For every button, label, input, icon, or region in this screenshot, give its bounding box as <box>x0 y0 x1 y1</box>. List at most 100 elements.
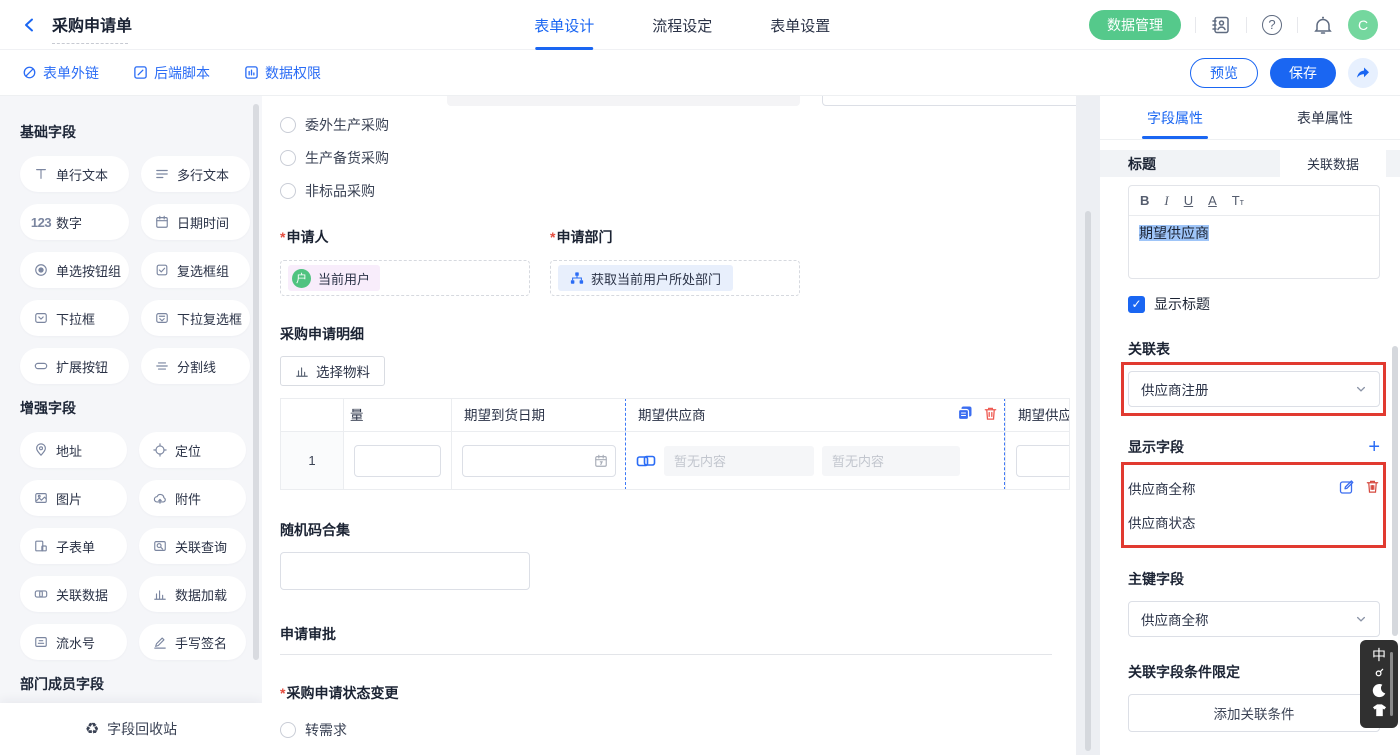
radio-icon[interactable] <box>280 150 296 166</box>
ime-skin-icon[interactable] <box>1372 703 1387 720</box>
notification-bell-icon[interactable] <box>1312 14 1334 36</box>
back-icon[interactable] <box>22 16 40 34</box>
select-material-button[interactable]: 选择物料 <box>280 356 385 386</box>
field-radio-group[interactable]: 单选按钮组 <box>20 252 129 288</box>
field-number[interactable]: 123 数字 <box>20 204 129 240</box>
field-subform[interactable]: 子表单 <box>20 528 127 564</box>
panel-scrollbar[interactable] <box>1392 346 1398 636</box>
applicant-field[interactable]: 户 当前用户 <box>280 260 530 296</box>
display-field-item[interactable]: 供应商全称 <box>1128 471 1380 505</box>
italic-button[interactable]: I <box>1164 193 1168 209</box>
row-number-cell: 1 <box>281 432 343 489</box>
field-label: 定位 <box>175 441 201 460</box>
title-label: 标题 <box>1128 154 1156 174</box>
sidebar-scrollbar[interactable] <box>253 104 259 660</box>
supplier-empty-box[interactable]: 暂无内容 <box>822 446 960 476</box>
tab-flow-setting[interactable]: 流程设定 <box>652 0 712 50</box>
preview-button[interactable]: 预览 <box>1190 58 1258 88</box>
help-icon[interactable]: ? <box>1261 14 1283 36</box>
save-button[interactable]: 保存 <box>1270 58 1336 88</box>
field-serial-number[interactable]: 流水号 <box>20 624 127 660</box>
show-title-row[interactable]: ✓ 显示标题 <box>1128 294 1380 314</box>
radio-option[interactable]: 转需求 <box>280 713 1076 746</box>
field-image[interactable]: 图片 <box>20 480 127 516</box>
tab-form-design[interactable]: 表单设计 <box>534 0 594 50</box>
relation-table-select[interactable]: 供应商注册 <box>1128 371 1380 407</box>
expected-date-input[interactable] <box>462 445 616 477</box>
quantity-input[interactable] <box>354 445 441 477</box>
backend-script-link[interactable]: 后端脚本 <box>133 63 210 83</box>
tab-form-setting[interactable]: 表单设置 <box>770 0 830 50</box>
partial-input-box[interactable] <box>822 96 1076 106</box>
radio-option[interactable]: 需求作废 <box>280 746 1076 755</box>
data-permission-link[interactable]: 数据权限 <box>244 63 321 83</box>
edit-field-icon[interactable] <box>1339 479 1355 498</box>
canvas-scrollbar[interactable] <box>1085 211 1091 751</box>
radio-option[interactable]: 委外生产采购 <box>280 108 1076 141</box>
title-editor-body[interactable]: 期望供应商 <box>1129 216 1379 278</box>
field-geolocation[interactable]: 定位 <box>139 432 246 468</box>
random-code-input[interactable] <box>280 552 530 590</box>
field-relation-data[interactable]: 关联数据 <box>20 576 127 612</box>
current-user-chip[interactable]: 户 当前用户 <box>288 265 380 291</box>
field-signature[interactable]: 手写签名 <box>139 624 246 660</box>
underline-button[interactable]: U <box>1184 193 1193 208</box>
user-icon: 户 <box>292 269 311 288</box>
field-relation-query[interactable]: 关联查询 <box>139 528 246 564</box>
avatar[interactable]: C <box>1348 10 1378 40</box>
display-field-item[interactable]: 供应商状态 <box>1128 505 1380 539</box>
delete-column-icon[interactable] <box>983 406 998 424</box>
field-extend-button[interactable]: 扩展按钮 <box>20 348 129 384</box>
expected-date-column[interactable]: 期望到货日期 <box>451 399 626 489</box>
copy-column-icon[interactable] <box>957 405 973 424</box>
share-icon[interactable] <box>1348 58 1378 88</box>
tab-form-properties[interactable]: 表单属性 <box>1250 96 1400 139</box>
ime-tool-icon[interactable] <box>1375 665 1384 679</box>
add-condition-button[interactable]: 添加关联条件 <box>1128 694 1380 732</box>
department-chip[interactable]: 获取当前用户所处部门 <box>558 265 733 291</box>
field-datetime[interactable]: 日期时间 <box>141 204 250 240</box>
show-title-checkbox-checked[interactable]: ✓ <box>1128 296 1145 313</box>
radio-icon[interactable] <box>280 117 296 133</box>
department-field[interactable]: 获取当前用户所处部门 <box>550 260 800 296</box>
tab-field-properties[interactable]: 字段属性 <box>1100 96 1250 139</box>
field-label: 复选框组 <box>177 261 229 280</box>
field-multi-dropdown[interactable]: 下拉复选框 <box>141 300 250 336</box>
radio-option[interactable]: 非标品采购 <box>280 174 1076 207</box>
supplier-empty-box[interactable]: 暂无内容 <box>664 446 814 476</box>
form-external-link[interactable]: 表单外链 <box>22 63 99 83</box>
field-multi-line-text[interactable]: 多行文本 <box>141 156 250 192</box>
field-single-line-text[interactable]: 单行文本 <box>20 156 129 192</box>
expected-supplier-column-selected[interactable]: 期望供应商 暂无内容 暂无内容 <box>625 398 1005 490</box>
quantity-column[interactable]: 量 <box>343 399 451 489</box>
primary-key-select[interactable]: 供应商全称 <box>1128 601 1380 637</box>
field-data-load[interactable]: 数据加载 <box>139 576 246 612</box>
input-method-widget[interactable]: 中 <box>1360 640 1398 728</box>
chevron-down-icon <box>1355 383 1367 395</box>
font-color-button[interactable]: A <box>1208 193 1217 208</box>
ime-handle[interactable] <box>1390 652 1393 716</box>
field-divider[interactable]: 分割线 <box>141 348 250 384</box>
field-checkbox-group[interactable]: 复选框组 <box>141 252 250 288</box>
address-book-icon[interactable] <box>1210 14 1232 36</box>
title-rich-editor[interactable]: B I U A Tт 期望供应商 <box>1128 185 1380 279</box>
add-display-field-icon[interactable]: + <box>1368 437 1380 457</box>
field-address[interactable]: 地址 <box>20 432 127 468</box>
ime-language-toggle[interactable]: 中 <box>1372 648 1386 662</box>
bold-button[interactable]: B <box>1140 193 1149 208</box>
field-recycle-bin[interactable]: ♻ 字段回收站 <box>0 703 262 755</box>
data-manage-button[interactable]: 数据管理 <box>1089 10 1181 40</box>
radio-option[interactable]: 生产备货采购 <box>280 141 1076 174</box>
expected-supplier2-column[interactable]: 期望供应 <box>1005 399 1070 489</box>
supplier2-input[interactable] <box>1016 445 1070 477</box>
delete-field-icon[interactable] <box>1365 479 1380 497</box>
field-attachment[interactable]: 附件 <box>139 480 246 516</box>
font-size-button[interactable]: Tт <box>1232 193 1244 208</box>
radio-icon[interactable] <box>280 722 296 738</box>
relation-query-icon <box>152 539 168 553</box>
field-dropdown[interactable]: 下拉框 <box>20 300 129 336</box>
random-code-label: 随机码合集 <box>280 520 1076 540</box>
radio-icon[interactable] <box>280 183 296 199</box>
ime-night-mode-icon[interactable] <box>1372 683 1387 700</box>
page-title[interactable]: 采购申请单 <box>52 12 132 38</box>
